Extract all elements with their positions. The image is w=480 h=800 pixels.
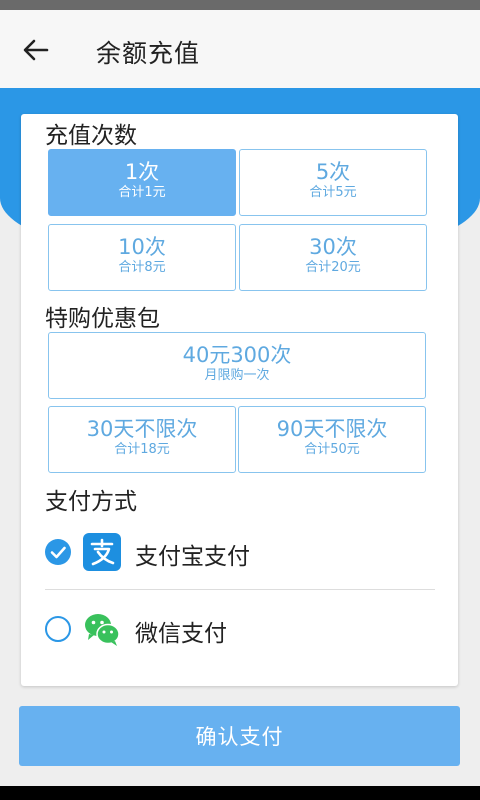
radio-checked[interactable] (45, 539, 71, 565)
wechat-icon (83, 610, 121, 648)
option-price: 合计1元 (118, 185, 166, 200)
option-count: 10次 (118, 235, 166, 259)
check-icon (50, 546, 66, 559)
option-price: 月限购一次 (204, 368, 270, 383)
option-price: 合计8元 (118, 260, 166, 275)
alipay-icon (83, 533, 121, 571)
option-price: 合计50元 (304, 442, 360, 457)
option-count: 5次 (315, 160, 351, 184)
payment-label: 微信支付 (135, 621, 227, 647)
recharge-option-10[interactable]: 10次 合计8元 (48, 224, 236, 291)
radio-unchecked[interactable] (45, 616, 71, 642)
navigation-bar (0, 786, 480, 800)
payment-option-alipay[interactable]: 支付宝支付 (21, 517, 458, 587)
special-option-30-days[interactable]: 30天不限次 合计18元 (48, 406, 236, 473)
option-count: 30次 (309, 235, 357, 259)
payment-option-wechat[interactable]: 微信支付 (21, 594, 458, 664)
divider (45, 589, 435, 590)
special-option-90-days[interactable]: 90天不限次 合计50元 (238, 406, 426, 473)
app-bar: 余额充值 (0, 10, 480, 88)
recharge-count-title: 充值次数 (45, 123, 137, 149)
status-bar (0, 0, 480, 10)
option-count: 1次 (124, 160, 160, 184)
page-title: 余额充值 (96, 39, 201, 68)
recharge-option-1[interactable]: 1次 合计1元 (48, 149, 236, 216)
option-count: 30天不限次 (86, 417, 198, 441)
option-price: 合计18元 (114, 442, 170, 457)
option-price: 合计5元 (309, 185, 357, 200)
special-package-title: 特购优惠包 (45, 306, 160, 332)
option-count: 40元300次 (182, 343, 292, 367)
back-button[interactable] (14, 30, 58, 70)
special-option-monthly[interactable]: 40元300次 月限购一次 (48, 332, 426, 399)
arrow-left-icon (23, 39, 49, 61)
payment-method-title: 支付方式 (45, 489, 137, 515)
recharge-option-5[interactable]: 5次 合计5元 (239, 149, 427, 216)
option-price: 合计20元 (305, 260, 361, 275)
payment-label: 支付宝支付 (135, 544, 250, 570)
recharge-card: 充值次数 1次 合计1元 5次 合计5元 10次 合计8元 30次 合计20元 … (21, 114, 458, 686)
option-count: 90天不限次 (276, 417, 388, 441)
recharge-option-30[interactable]: 30次 合计20元 (239, 224, 427, 291)
confirm-payment-button[interactable]: 确认支付 (19, 706, 460, 766)
